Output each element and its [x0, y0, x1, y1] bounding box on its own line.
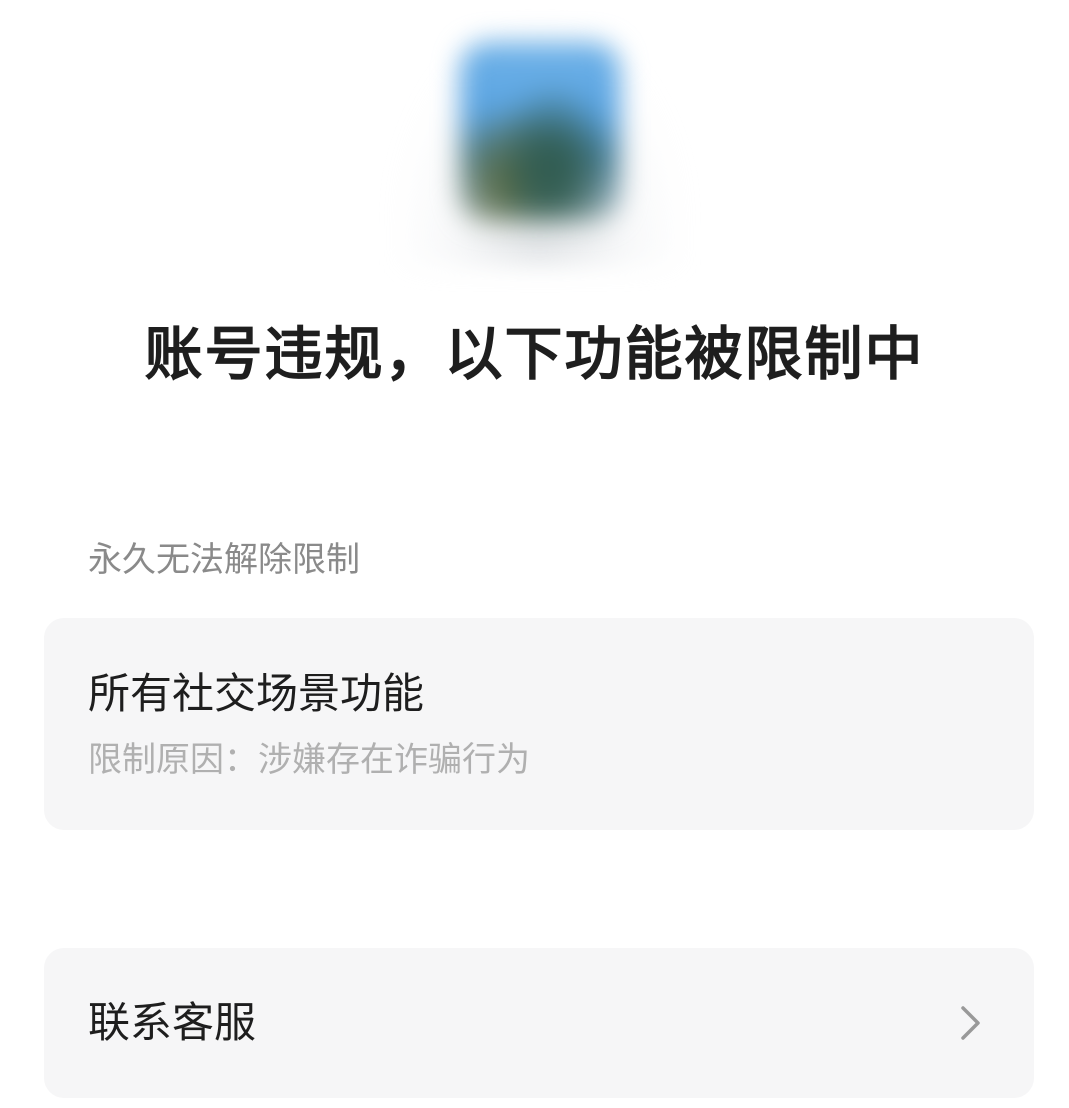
restriction-title: 所有社交场景功能 [88, 669, 425, 718]
chevron-right-icon [961, 1006, 980, 1040]
avatar-container [400, 30, 680, 265]
page-title: 账号违规，以下功能被限制中 [144, 320, 925, 388]
restriction-card: 所有社交场景功能 限制原因：涉嫌存在诈骗行为 [44, 618, 1034, 830]
contact-support-label: 联系客服 [88, 998, 257, 1047]
contact-support-button[interactable]: 联系客服 [44, 948, 1034, 1098]
restriction-reason: 限制原因：涉嫌存在诈骗行为 [88, 740, 530, 780]
restriction-section-label: 永久无法解除限制 [88, 540, 360, 580]
avatar [460, 42, 620, 222]
